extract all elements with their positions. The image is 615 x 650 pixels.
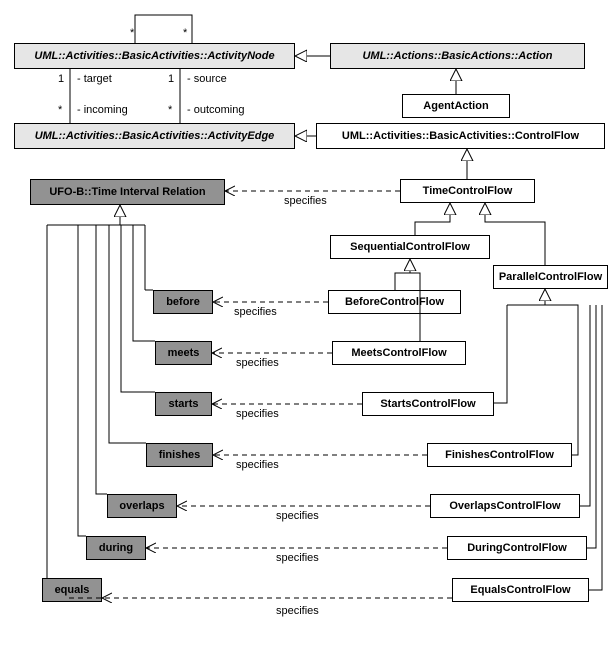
source-label: - source (187, 73, 227, 85)
target-label: - target (77, 73, 112, 85)
class-parallel-control-flow: ParallelControlFlow (493, 265, 608, 289)
star-incoming: * (58, 104, 62, 116)
specifies-overlaps: specifies (276, 510, 319, 522)
class-meets-cf: MeetsControlFlow (332, 341, 466, 365)
class-before: before (153, 290, 213, 314)
class-meets: meets (155, 341, 212, 365)
star-self-right: * (183, 27, 187, 39)
class-starts-cf: StartsControlFlow (362, 392, 494, 416)
one-source: 1 (168, 73, 174, 85)
specifies-starts: specifies (236, 408, 279, 420)
class-control-flow: UML::Activities::BasicActivities::Contro… (316, 123, 605, 149)
class-sequential-control-flow: SequentialControlFlow (330, 235, 490, 259)
class-equals: equals (42, 578, 102, 602)
incoming-label: - incoming (77, 104, 128, 116)
class-during-cf: DuringControlFlow (447, 536, 587, 560)
class-action: UML::Actions::BasicActions::Action (330, 43, 585, 69)
class-activity-node: UML::Activities::BasicActivities::Activi… (14, 43, 295, 69)
star-self-left: * (130, 27, 134, 39)
class-agent-action: AgentAction (402, 94, 510, 118)
class-overlaps: overlaps (107, 494, 177, 518)
class-before-cf: BeforeControlFlow (328, 290, 461, 314)
specifies-ufo: specifies (284, 195, 327, 207)
outcoming-label: - outcoming (187, 104, 244, 116)
class-finishes-cf: FinishesControlFlow (427, 443, 572, 467)
specifies-before: specifies (234, 306, 277, 318)
class-during: during (86, 536, 146, 560)
specifies-finishes: specifies (236, 459, 279, 471)
specifies-during: specifies (276, 552, 319, 564)
class-time-control-flow: TimeControlFlow (400, 179, 535, 203)
class-starts: starts (155, 392, 212, 416)
star-outcoming: * (168, 104, 172, 116)
specifies-equals: specifies (276, 605, 319, 617)
class-activity-edge: UML::Activities::BasicActivities::Activi… (14, 123, 295, 149)
class-ufo-time-interval: UFO-B::Time Interval Relation (30, 179, 225, 205)
one-target: 1 (58, 73, 64, 85)
specifies-meets: specifies (236, 357, 279, 369)
class-equals-cf: EqualsControlFlow (452, 578, 589, 602)
class-finishes: finishes (146, 443, 213, 467)
class-overlaps-cf: OverlapsControlFlow (430, 494, 580, 518)
